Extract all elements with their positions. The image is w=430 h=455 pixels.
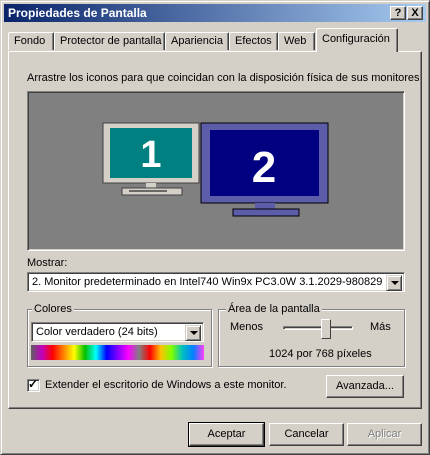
title-bar[interactable]: Propiedades de Pantalla ? X (4, 4, 426, 22)
color-palette-bar (31, 345, 204, 360)
slider-min-label: Menos (230, 321, 264, 333)
monitor-1-number: 1 (140, 134, 161, 176)
resolution-slider-track[interactable] (283, 326, 353, 330)
chevron-down-icon[interactable] (185, 325, 201, 341)
instructions-text: Arrastre los iconos para que coincidan c… (27, 72, 420, 84)
tab-web[interactable]: Web (278, 32, 315, 50)
tab-label: Configuración (322, 33, 390, 45)
tab-screensaver[interactable]: Protector de pantalla (54, 32, 165, 50)
monitor-2-number: 2 (252, 143, 276, 192)
tab-label: Fondo (14, 35, 46, 47)
resolution-text: 1024 por 768 píxeles (269, 348, 372, 360)
display-properties-window: Propiedades de Pantalla ? X Fondo Protec… (0, 0, 430, 455)
display-value: 2. Monitor predeterminado en Intel740 Wi… (32, 276, 383, 288)
ok-button-label: Aceptar (207, 428, 246, 440)
extend-desktop-label[interactable]: Extender el escritorio de Windows a este… (45, 379, 287, 391)
monitor-1-icon[interactable]: 1 (102, 122, 200, 196)
colors-value: Color verdadero (24 bits) (36, 326, 158, 338)
help-button[interactable]: ? (390, 6, 406, 20)
colors-dropdown[interactable]: Color verdadero (24 bits) (31, 322, 204, 342)
display-label: Mostrar: (27, 257, 68, 269)
monitor-arrangement-area: 1 2 (27, 91, 405, 251)
tab-label: Efectos (235, 35, 272, 47)
tab-label: Apariencia (171, 35, 223, 47)
advanced-button[interactable]: Avanzada... (326, 375, 404, 398)
chevron-down-icon[interactable] (386, 275, 402, 291)
tab-appearance[interactable]: Apariencia (165, 32, 229, 50)
display-dropdown[interactable]: 2. Monitor predeterminado en Intel740 Wi… (27, 272, 405, 292)
close-button[interactable]: X (407, 6, 423, 20)
resolution-slider-thumb[interactable] (321, 319, 331, 339)
cancel-button[interactable]: Cancelar (269, 423, 344, 446)
ok-button[interactable]: Aceptar (188, 422, 265, 447)
tab-fondo[interactable]: Fondo (8, 32, 54, 50)
advanced-button-label: Avanzada... (336, 380, 394, 392)
tab-label: Protector de pantalla (60, 35, 162, 47)
window-title: Propiedades de Pantalla (8, 6, 147, 20)
colors-group-label: Colores (32, 303, 74, 315)
screen-area-group-label: Área de la pantalla (226, 303, 322, 315)
tab-settings[interactable]: Configuración (316, 28, 398, 52)
monitor-2-icon[interactable]: 2 (200, 122, 329, 217)
slider-max-label: Más (370, 321, 391, 333)
tab-label: Web (284, 35, 307, 47)
checkmark-icon: ✓ (28, 377, 39, 391)
tab-effects[interactable]: Efectos (229, 32, 278, 50)
apply-button-label: Aplicar (367, 428, 402, 440)
cancel-button-label: Cancelar (284, 428, 329, 440)
extend-desktop-checkbox[interactable]: ✓ (27, 377, 40, 392)
apply-button[interactable]: Aplicar (347, 423, 422, 446)
